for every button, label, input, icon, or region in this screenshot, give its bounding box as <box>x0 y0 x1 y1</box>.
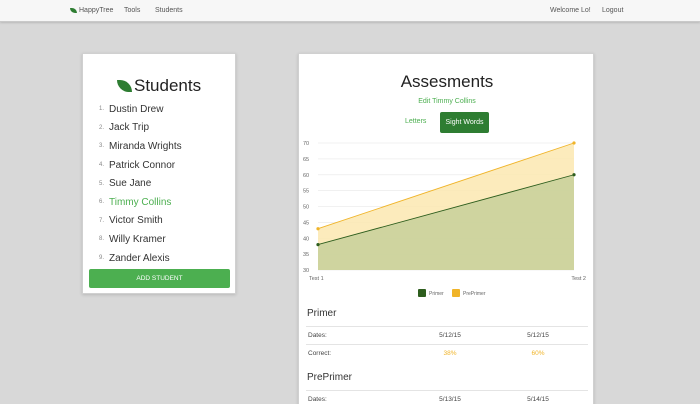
student-name: Miranda Wrights <box>109 140 182 152</box>
welcome-user-link[interactable]: Welcome Lo! <box>550 7 591 14</box>
section-title-preprimer: PrePrimer <box>307 372 353 383</box>
students-panel: Students 1. Dustin Drew 2. Jack Trip 3. Miran… <box>82 53 236 294</box>
student-number: 1. <box>99 106 105 113</box>
legend-label: Primer <box>429 291 444 297</box>
data-point <box>316 243 320 247</box>
section-title-primer: Primer <box>307 308 337 319</box>
table-row: Dates: 5/12/15 5/12/15 <box>306 326 588 343</box>
leaf-logo-icon <box>70 8 77 13</box>
student-number: 4. <box>99 162 105 169</box>
student-list-item[interactable]: 1. Dustin Drew <box>99 100 182 119</box>
data-point <box>572 173 576 177</box>
row-value-2: 5/14/15 <box>527 396 549 403</box>
brand[interactable]: HappyTree <box>70 7 113 14</box>
y-tick-label: 70 <box>303 141 309 147</box>
row-label: Correct: <box>308 350 332 357</box>
student-number: 6. <box>99 199 105 206</box>
edit-student-link[interactable]: Edit Timmy Collins <box>299 98 595 105</box>
student-name: Dustin Drew <box>109 103 164 115</box>
data-point <box>316 227 320 231</box>
brand-name: HappyTree <box>79 7 114 14</box>
legend-label: PrePrimer <box>463 291 486 297</box>
student-list-item[interactable]: 3. Miranda Wrights <box>99 137 182 156</box>
row-label: Dates: <box>308 332 327 339</box>
table-row: Correct: 38% 60% <box>306 344 588 361</box>
y-tick-label: 40 <box>303 236 309 242</box>
nav-tools-link[interactable]: Tools <box>124 7 140 14</box>
students-header: Students <box>117 76 201 96</box>
data-point <box>572 141 576 145</box>
row-value-1: 5/12/15 <box>439 332 461 339</box>
student-number: 8. <box>99 236 105 243</box>
y-tick-label: 30 <box>303 268 309 274</box>
y-tick-label: 65 <box>303 157 309 163</box>
student-number: 7. <box>99 217 105 224</box>
tab-letters[interactable]: Letters <box>405 118 426 125</box>
student-list-item[interactable]: 8. Willy Kramer <box>99 230 182 249</box>
student-list-item[interactable]: 6. Timmy Collins <box>99 193 182 212</box>
y-tick-label: 35 <box>303 252 309 258</box>
student-number: 5. <box>99 180 105 187</box>
student-name: Jack Trip <box>109 122 150 134</box>
student-list-item[interactable]: 7. Victor Smith <box>99 212 182 231</box>
row-value-1: 5/13/15 <box>439 396 461 403</box>
student-number: 3. <box>99 143 105 150</box>
student-list-item[interactable]: 5. Sue Jane <box>99 174 182 193</box>
student-list-item[interactable]: 4. Patrick Connor <box>99 156 182 175</box>
assessments-title: Assesments <box>400 72 494 91</box>
row-value-1: 38% <box>443 350 457 357</box>
row-value-2: 60% <box>531 350 545 357</box>
y-tick-label: 45 <box>303 220 309 226</box>
logout-link[interactable]: Logout <box>602 7 623 14</box>
student-list-item[interactable]: 9. Zander Alexis <box>99 249 182 268</box>
add-student-button[interactable]: ADD STUDENT <box>89 269 230 288</box>
nav-students-link[interactable]: Students <box>155 7 183 14</box>
assessments-panel: Assesments Edit Timmy Collins Letters Si… <box>298 53 594 404</box>
legend-swatch <box>452 289 460 297</box>
assessment-chart: 30 35 40 45 50 55 60 65 70 Test 1 Test 2 Primer PreP… <box>303 141 586 297</box>
table-row: Dates: 5/13/15 5/14/15 <box>306 390 588 404</box>
student-name: Victor Smith <box>109 215 163 227</box>
student-list: 1. Dustin Drew 2. Jack Trip 3. Miranda Wright… <box>99 100 182 267</box>
student-number: 2. <box>99 124 105 131</box>
y-tick-label: 55 <box>303 189 309 195</box>
row-label: Dates: <box>308 396 327 403</box>
row-value-2: 5/12/15 <box>527 332 549 339</box>
top-navbar: HappyTree Tools Students Welcome Lo! Log… <box>0 0 700 22</box>
students-title: Students <box>134 76 202 95</box>
student-number: 9. <box>99 255 105 262</box>
student-name: Willy Kramer <box>109 233 166 245</box>
y-tick-label: 60 <box>303 173 309 179</box>
x-tick-label: Test 2 <box>571 276 586 282</box>
student-list-item[interactable]: 2. Jack Trip <box>99 119 182 138</box>
x-tick-label: Test 1 <box>309 276 324 282</box>
leaf-icon <box>117 80 132 92</box>
y-tick-label: 50 <box>303 205 309 211</box>
student-name: Sue Jane <box>109 178 152 190</box>
student-name: Zander Alexis <box>109 252 170 264</box>
tab-sight-words[interactable]: Sight Words <box>440 112 489 133</box>
student-name: Timmy Collins <box>109 196 172 208</box>
student-name: Patrick Connor <box>109 159 176 171</box>
legend-swatch <box>418 289 426 297</box>
